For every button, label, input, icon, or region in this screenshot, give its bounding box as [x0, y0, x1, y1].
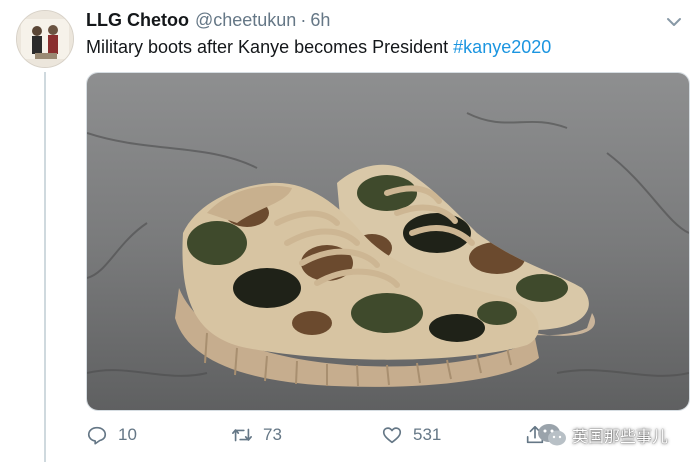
- heart-icon: [382, 427, 402, 444]
- media-image: [87, 73, 689, 410]
- separator-dot: ·: [300, 10, 307, 30]
- avatar[interactable]: [16, 10, 74, 68]
- thread-line: [44, 72, 46, 462]
- wechat-icon: [538, 424, 566, 446]
- user-handle[interactable]: @cheetukun: [195, 10, 296, 31]
- watermark-text: 英国那些事儿: [572, 429, 669, 446]
- avatar-image: [17, 11, 73, 67]
- reply-icon: [87, 426, 107, 445]
- chevron-down-icon[interactable]: [664, 12, 684, 32]
- tweet-media[interactable]: [86, 72, 690, 411]
- tweet-body-text: Military boots after Kanye becomes Presi…: [86, 37, 454, 57]
- tweet-header: LLG Chetoo @cheetukun · 6h: [86, 10, 330, 34]
- retweet-count: 73: [263, 425, 282, 444]
- reply-count: 10: [118, 425, 137, 444]
- reply-button[interactable]: 10: [86, 424, 137, 446]
- display-name[interactable]: LLG Chetoo: [86, 10, 189, 31]
- like-button[interactable]: 531: [381, 424, 441, 446]
- hashtag-link[interactable]: #kanye2020: [453, 37, 551, 57]
- watermark: 英国那些事儿: [536, 420, 668, 450]
- retweet-icon: [232, 428, 252, 442]
- timestamp[interactable]: 6h: [310, 10, 330, 31]
- retweet-button[interactable]: 73: [231, 424, 282, 446]
- like-count: 531: [413, 425, 442, 444]
- tweet-text: Military boots after Kanye becomes Presi…: [86, 37, 551, 58]
